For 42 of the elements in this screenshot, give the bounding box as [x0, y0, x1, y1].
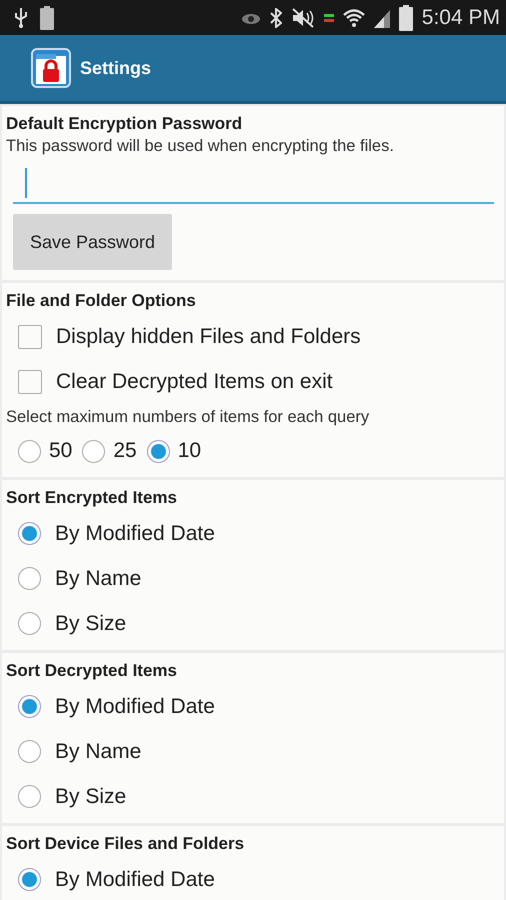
mute-icon [290, 8, 315, 28]
description: This password will be used when encrypting the files. [6, 137, 395, 156]
option-label: 10 [178, 439, 202, 463]
clock: 5:04 PM [422, 6, 500, 30]
checkbox[interactable] [18, 370, 42, 394]
radio-button[interactable] [82, 440, 106, 462]
radio-button[interactable] [146, 440, 170, 462]
section-title: Default Encryption Password [6, 114, 244, 135]
save-password-button[interactable]: Save Password [13, 214, 172, 270]
radio-button[interactable] [18, 868, 41, 891]
option-label: By Modified Date [55, 868, 215, 892]
option-label: Display hidden Files and Folders [56, 324, 361, 348]
radio-button[interactable] [18, 612, 41, 635]
section-title: Sort Decrypted Items [6, 661, 178, 682]
wifi-icon [342, 6, 365, 28]
radio-button[interactable] [18, 440, 41, 462]
folder-lock-icon[interactable] [31, 48, 71, 88]
option-label: By Size [55, 612, 126, 636]
option-label: By Modified Date [55, 694, 215, 718]
option-label: By Name [55, 566, 142, 590]
section-title: Sort Device Files and Folders [6, 834, 246, 855]
battery-icon [398, 4, 413, 30]
radio-button[interactable] [18, 695, 41, 718]
battery-icon [40, 6, 54, 30]
radio-button[interactable] [18, 785, 41, 808]
option-label: By Modified Date [55, 522, 215, 546]
signal-icon [374, 8, 390, 28]
usb-icon [14, 6, 28, 28]
option-label: By Size [55, 784, 126, 808]
option-label: 50 [49, 439, 72, 463]
radio-button[interactable] [18, 740, 41, 763]
section-title: Sort Encrypted Items [6, 488, 178, 509]
radio-button[interactable] [18, 567, 41, 590]
screen-title: Settings [80, 58, 152, 78]
option-label: By Name [55, 740, 142, 764]
option-label: Clear Decrypted Items on exit [56, 370, 333, 394]
option-label: 25 [113, 439, 137, 463]
checkbox[interactable] [18, 324, 42, 348]
radio-button[interactable] [18, 522, 41, 545]
bluetooth-icon [270, 8, 282, 28]
query-label: Select maximum numbers of items for each query [6, 407, 370, 428]
section-title: File and Folder Options [6, 291, 197, 312]
